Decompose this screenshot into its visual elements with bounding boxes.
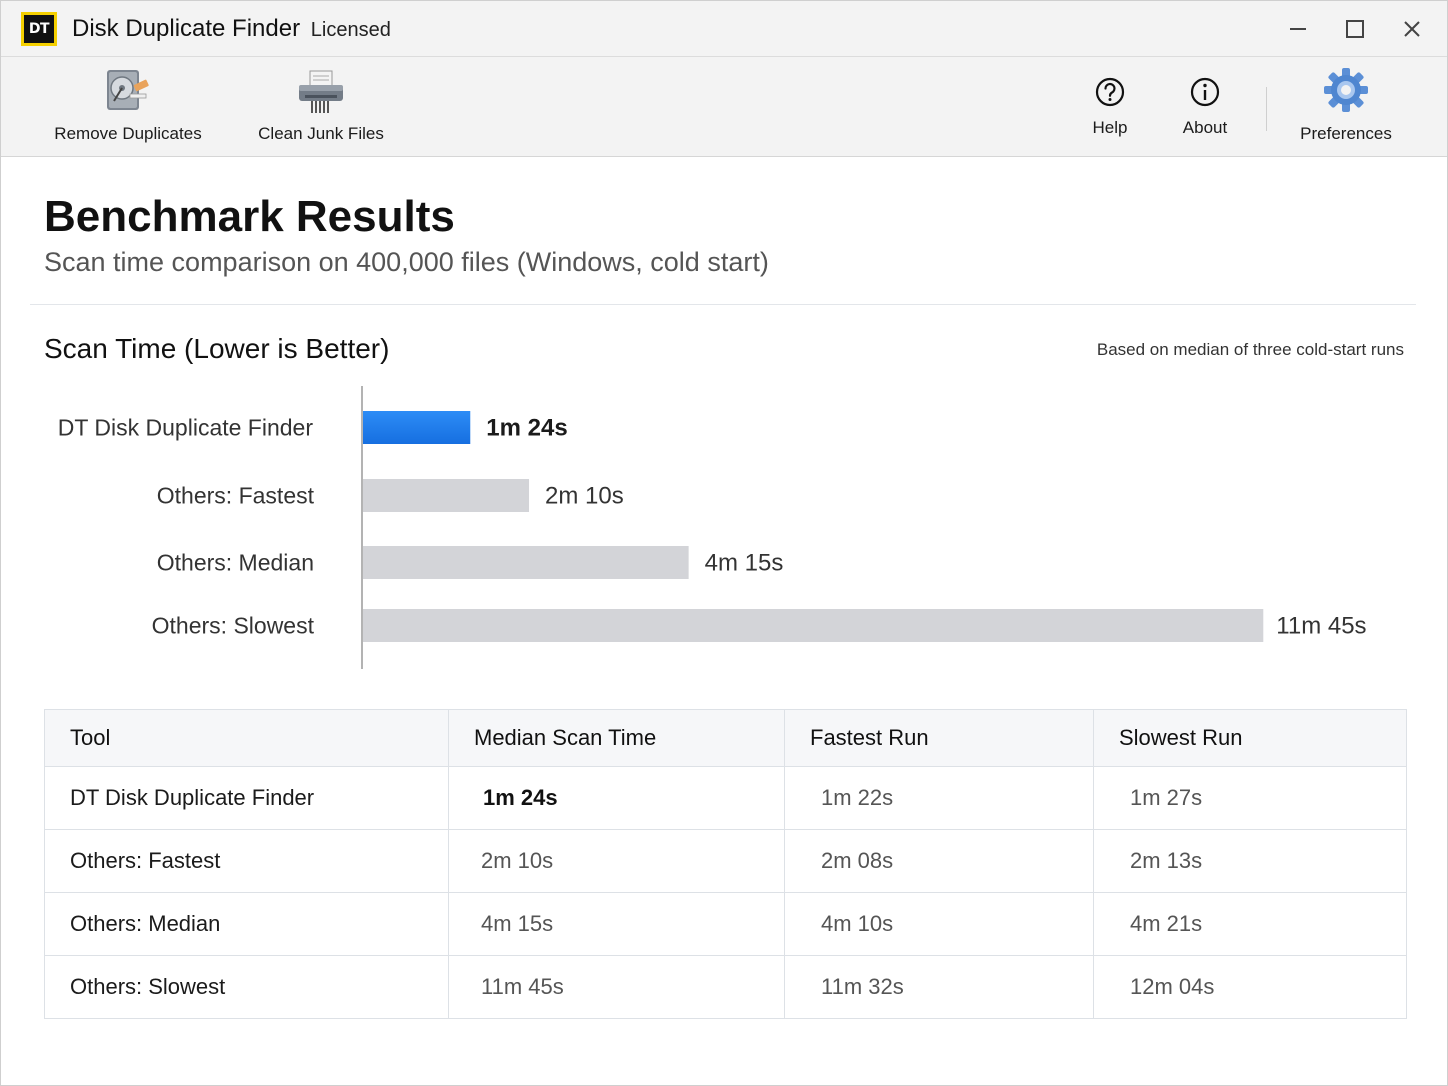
- minimize-button[interactable]: [1278, 10, 1318, 48]
- header-slowest-run: Slowest Run: [1093, 709, 1407, 767]
- page-subtitle: Scan time comparison on 400,000 files (W…: [44, 247, 769, 277]
- section-divider: [30, 304, 1416, 305]
- cell-tool: Others: Slowest: [44, 955, 449, 1019]
- help-button[interactable]: Help: [1080, 57, 1140, 157]
- cell-median: 2m 10s: [448, 829, 785, 893]
- table-row: Others: Median 4m 15s 4m 10s 4m 21s: [44, 892, 1407, 956]
- about-button[interactable]: About: [1170, 57, 1240, 157]
- preferences-button[interactable]: Preferences: [1288, 57, 1404, 157]
- cell-slowest: 12m 04s: [1093, 955, 1407, 1019]
- cell-slowest: 1m 27s: [1093, 766, 1407, 830]
- chart-title: Scan Time (Lower is Better): [44, 333, 390, 364]
- table-header-row: Tool Median Scan Time Fastest Run Slowes…: [44, 709, 1407, 767]
- cell-fastest: 2m 08s: [784, 829, 1094, 893]
- preferences-label: Preferences: [1300, 124, 1392, 143]
- bar-value-label: 1m 24s: [486, 415, 567, 442]
- chart-bar: [363, 411, 471, 444]
- title-bar: DT Disk Duplicate Finder Licensed: [0, 0, 1448, 57]
- app-name: Disk Duplicate Finder: [72, 15, 301, 42]
- bar-value-label: 11m 45s: [1276, 613, 1366, 640]
- hard-drive-icon: [104, 68, 152, 119]
- bar-value-label: 4m 15s: [705, 550, 784, 577]
- chart-bar: [363, 609, 1264, 642]
- bar-category-label: Others: Median: [157, 550, 314, 576]
- clean-junk-files-label: Clean Junk Files: [258, 124, 384, 143]
- maximize-button[interactable]: [1335, 10, 1375, 48]
- remove-duplicates-button[interactable]: Remove Duplicates: [40, 57, 216, 157]
- bar-category-label: Others: Slowest: [152, 613, 315, 639]
- bar-value-label: 2m 10s: [545, 483, 624, 510]
- cell-fastest: 1m 22s: [784, 766, 1094, 830]
- bar-category-label: DT Disk Duplicate Finder: [58, 415, 314, 441]
- cell-median: 4m 15s: [448, 892, 785, 956]
- help-label: Help: [1092, 118, 1128, 137]
- info-circle-icon: [1189, 76, 1221, 113]
- chart-bar: [363, 479, 530, 512]
- table-row: Others: Slowest 11m 45s 11m 32s 12m 04s: [44, 955, 1407, 1019]
- remove-duplicates-label: Remove Duplicates: [54, 124, 202, 143]
- results-table: Tool Median Scan Time Fastest Run Slowes…: [44, 709, 1407, 1019]
- cell-tool: DT Disk Duplicate Finder: [44, 766, 449, 830]
- bar-category-label: Others: Fastest: [157, 483, 315, 509]
- minimize-icon: [1290, 28, 1306, 30]
- cell-slowest: 2m 13s: [1093, 829, 1407, 893]
- cell-slowest: 4m 21s: [1093, 892, 1407, 956]
- header-median-scan-time: Median Scan Time: [448, 709, 785, 767]
- table-row: DT Disk Duplicate Finder 1m 24s 1m 22s 1…: [44, 766, 1407, 830]
- license-status: Licensed: [310, 19, 391, 41]
- cell-median: 1m 24s: [448, 766, 785, 830]
- shredder-icon: [297, 69, 345, 120]
- scan-time-chart: DT Disk Duplicate Finder 1m 24s Others: Fa…: [58, 386, 1367, 669]
- cell-tool: Others: Median: [44, 892, 449, 956]
- about-label: About: [1182, 118, 1228, 137]
- chart-bar: [363, 546, 689, 579]
- cell-tool: Others: Fastest: [44, 829, 449, 893]
- toolbar-separator: [1266, 87, 1267, 131]
- close-icon: [1404, 21, 1420, 37]
- window-title: Disk Duplicate Finder Licensed: [72, 15, 391, 43]
- cell-fastest: 11m 32s: [784, 955, 1094, 1019]
- page-title: Benchmark Results: [44, 192, 455, 241]
- header-fastest-run: Fastest Run: [784, 709, 1094, 767]
- table-row: Others: Fastest 2m 10s 2m 08s 2m 13s: [44, 829, 1407, 893]
- chart-note: Based on median of three cold-start runs: [1096, 340, 1404, 359]
- app-logo: DT: [21, 12, 57, 46]
- toolbar: Remove Duplicates Clean Junk Files Help …: [0, 57, 1448, 157]
- question-circle-icon: [1094, 76, 1126, 113]
- header-tool: Tool: [44, 709, 449, 767]
- maximize-icon: [1346, 20, 1364, 38]
- close-button[interactable]: [1392, 10, 1432, 48]
- cell-median: 11m 45s: [448, 955, 785, 1019]
- cell-fastest: 4m 10s: [784, 892, 1094, 956]
- gear-icon: [1323, 67, 1369, 118]
- clean-junk-files-button[interactable]: Clean Junk Files: [248, 57, 394, 157]
